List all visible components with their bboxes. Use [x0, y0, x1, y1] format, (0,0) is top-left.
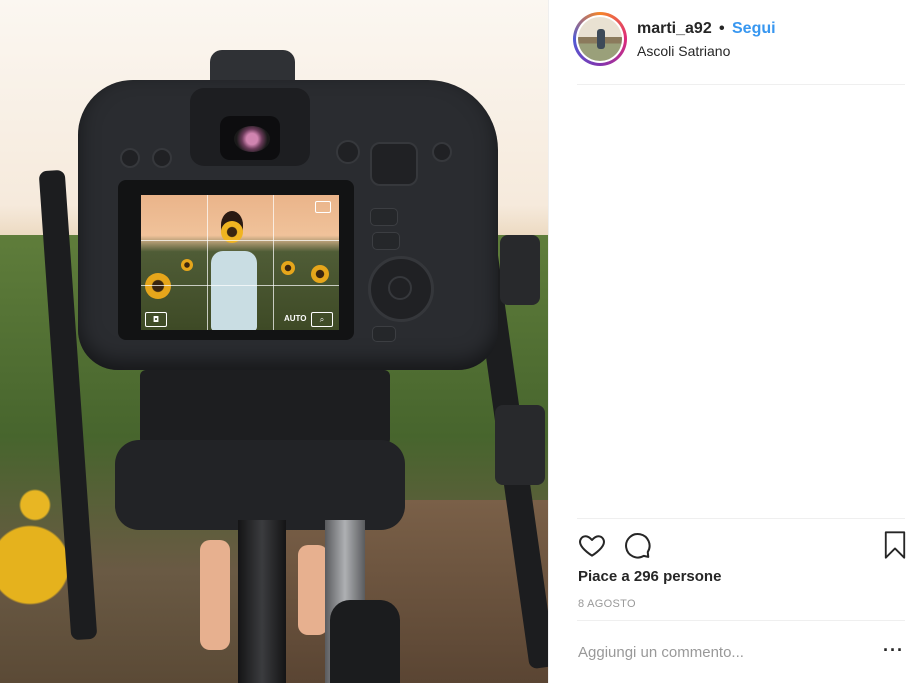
strap-buckle	[495, 405, 545, 485]
post-header: marti_a92 • Segui Ascoli Satriano	[549, 0, 912, 84]
separator-dot: •	[719, 20, 725, 37]
camera-button	[372, 232, 400, 250]
woman-dress	[211, 251, 257, 330]
camera-button	[370, 208, 398, 226]
username-link[interactable]: marti_a92	[637, 20, 712, 38]
camera-button	[432, 142, 452, 162]
grid-line	[273, 195, 274, 330]
sunflower	[281, 261, 295, 275]
grid-line	[207, 195, 208, 330]
tripod-mount	[115, 440, 405, 530]
avatar-image	[578, 17, 622, 61]
camera-button	[372, 326, 396, 342]
handle-grip	[330, 600, 400, 683]
speaker-grille	[370, 142, 418, 186]
divider	[577, 620, 905, 621]
post-photo[interactable]: ◘ AUTO ⌕	[0, 0, 548, 683]
set-button	[388, 276, 412, 300]
tripod-column	[238, 520, 286, 683]
grid-line	[141, 285, 339, 286]
sunflower	[181, 259, 193, 271]
camera-button	[120, 148, 140, 168]
zoom-icon: ⌕	[311, 312, 333, 327]
comment-input[interactable]	[578, 640, 848, 664]
follow-button[interactable]: Segui	[732, 20, 776, 38]
likes-count[interactable]: Piace a 296 persone	[578, 568, 721, 585]
viewfinder-reflection	[234, 126, 270, 152]
divider	[577, 84, 905, 85]
camera-mode-icon: ◘	[145, 312, 167, 327]
avatar[interactable]	[573, 12, 627, 66]
person-leg	[200, 540, 230, 650]
post-window: ◘ AUTO ⌕ marti_a92 • Segui Ascoli Satria…	[0, 0, 912, 683]
camera-button	[336, 140, 360, 164]
strap-buckle	[500, 235, 540, 305]
sunflower	[311, 265, 329, 283]
avatar-border	[576, 15, 624, 63]
camera-lcd-screen: ◘ AUTO ⌕	[141, 195, 339, 330]
post-date[interactable]: 8 AGOSTO	[578, 598, 636, 610]
auto-label: AUTO	[284, 314, 307, 323]
bookmark-icon[interactable]	[881, 530, 911, 560]
battery-icon	[315, 201, 331, 213]
post-sidebar: marti_a92 • Segui Ascoli Satriano Piace …	[548, 0, 912, 683]
divider	[577, 518, 905, 519]
tripod-head	[140, 370, 390, 445]
comment-icon[interactable]	[622, 530, 652, 560]
sunflower	[145, 273, 171, 299]
woman-figure	[203, 211, 265, 330]
more-options-button[interactable]: ···	[883, 640, 904, 661]
camera-button	[152, 148, 172, 168]
like-icon[interactable]	[577, 530, 607, 560]
avatar-figure	[597, 29, 605, 49]
person-leg	[298, 545, 328, 635]
location-link[interactable]: Ascoli Satriano	[637, 43, 730, 59]
grid-line	[141, 240, 339, 241]
